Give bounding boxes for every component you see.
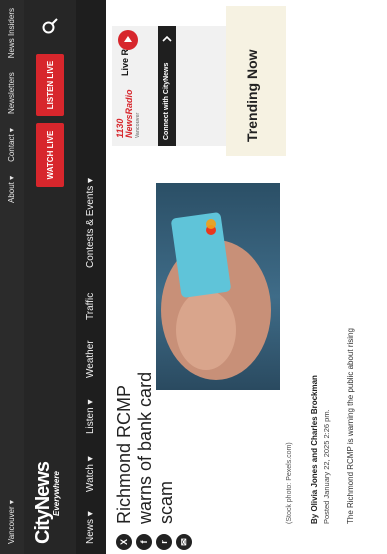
connect-label: Connect with CityNews bbox=[163, 62, 170, 140]
nav-listen[interactable]: Listen ▾ bbox=[85, 400, 96, 434]
play-icon[interactable] bbox=[118, 30, 138, 50]
top-utility-bar: Vancouver ▾ About ▾ Contact ▾ Newsletter… bbox=[0, 0, 24, 554]
citynews-logo[interactable]: CityNews Everywhere bbox=[32, 462, 61, 544]
article-body: The Richmond RCMP is warning the public … bbox=[346, 328, 355, 524]
connect-with-citynews[interactable]: Connect with CityNews bbox=[158, 26, 176, 146]
nav-weather[interactable]: Weather bbox=[85, 340, 96, 378]
article-photo bbox=[156, 183, 280, 390]
contact-link[interactable]: Contact ▾ bbox=[7, 128, 16, 162]
facebook-icon[interactable]: f bbox=[136, 534, 152, 550]
news-insiders-link[interactable]: News Insiders bbox=[7, 8, 16, 58]
search-icon[interactable] bbox=[41, 17, 59, 35]
email-icon[interactable]: ✉ bbox=[176, 534, 192, 550]
nav-traffic[interactable]: Traffic bbox=[85, 293, 96, 320]
share-buttons: X f r ✉ bbox=[116, 534, 192, 550]
trending-title: Trending Now bbox=[244, 49, 260, 142]
trending-now-panel: Trending Now bbox=[226, 6, 286, 156]
page: Vancouver ▾ About ▾ Contact ▾ Newsletter… bbox=[0, 0, 387, 554]
article-byline: By Olivia Jones and Charles Brockman bbox=[310, 375, 319, 524]
chevron-right-icon bbox=[162, 35, 172, 42]
site-header: CityNews Everywhere WATCH LIVE LISTEN LI… bbox=[24, 0, 76, 554]
reddit-icon[interactable]: r bbox=[156, 534, 172, 550]
newsradio-logo-sub: Vancouver bbox=[135, 112, 141, 138]
about-link[interactable]: About ▾ bbox=[7, 176, 16, 203]
photo-caption: (Stock photo: Pexels.com) bbox=[286, 442, 293, 524]
main-nav: News ▾ Watch ▾ Listen ▾ Weather Traffic … bbox=[76, 0, 106, 554]
newsradio-logo: 1130 NewsRadio Vancouver bbox=[115, 89, 141, 138]
nav-watch[interactable]: Watch ▾ bbox=[85, 456, 96, 492]
newsradio-logo-text: 1130 NewsRadio bbox=[115, 89, 134, 138]
nav-contests-events[interactable]: Contests & Events ▾ bbox=[85, 178, 96, 268]
listen-live-button[interactable]: LISTEN LIVE bbox=[36, 54, 64, 116]
region-selector[interactable]: Vancouver ▾ bbox=[7, 500, 16, 544]
x-icon[interactable]: X bbox=[116, 534, 132, 550]
utility-links: About ▾ Contact ▾ Newsletters News Insid… bbox=[7, 8, 16, 203]
posted-timestamp: Posted January 22, 2025 2:26 pm. bbox=[322, 409, 331, 524]
newsletters-link[interactable]: Newsletters bbox=[7, 72, 16, 114]
watch-live-button[interactable]: WATCH LIVE bbox=[36, 123, 64, 187]
nav-news[interactable]: News ▾ bbox=[85, 511, 96, 544]
bank-card-photo-illustration bbox=[161, 212, 271, 380]
logo-main-text: CityNews bbox=[32, 461, 54, 544]
